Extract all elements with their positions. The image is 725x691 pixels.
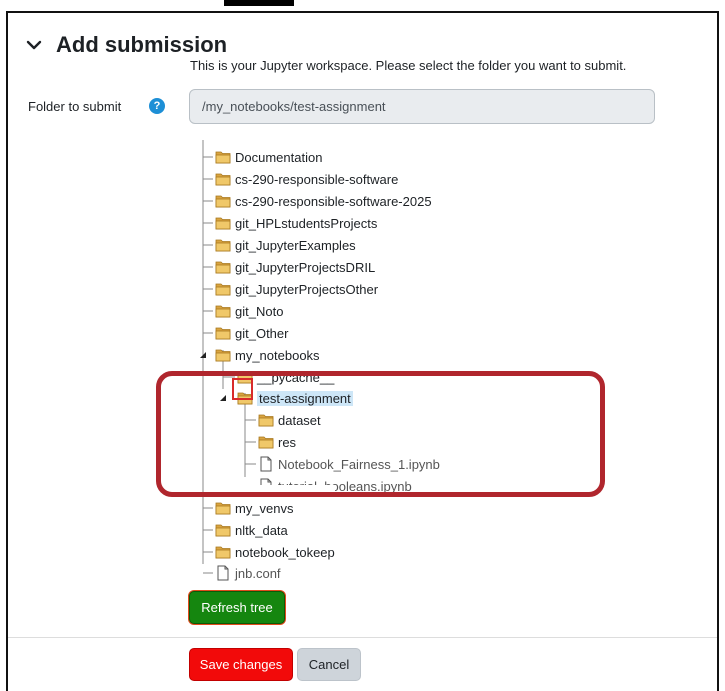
folder-icon [215, 325, 231, 341]
folder-icon [215, 522, 231, 538]
tree-item-notebook-tokeep[interactable]: notebook_tokeep [215, 543, 335, 561]
tree-item-label: my_venvs [235, 500, 294, 516]
cancel-button[interactable]: Cancel [297, 648, 361, 681]
tree-item-label: git_HPLstudentsProjects [235, 215, 378, 231]
tree-item-git-hplstudentsprojects[interactable]: git_HPLstudentsProjects [215, 214, 377, 232]
tree-item-git-jupyterexamples[interactable]: git_JupyterExamples [215, 236, 356, 254]
folder-icon [215, 193, 231, 209]
tree-item-label: git_JupyterProjectsOther [235, 281, 379, 297]
tree-item-cs-290-responsible-software[interactable]: cs-290-responsible-software [215, 170, 398, 188]
tree-item-nltk-data[interactable]: nltk_data [215, 521, 288, 539]
tree-item-label: cs-290-responsible-software [235, 171, 399, 187]
selected-folder-icon-marker [232, 378, 253, 400]
tree-item-git-jupyterprojectsdril[interactable]: git_JupyterProjectsDRIL [215, 258, 375, 276]
highlight-annotation-box [156, 371, 605, 497]
tree-item-label: git_Noto [235, 303, 284, 319]
tree-item-label: git_JupyterProjectsDRIL [235, 259, 376, 275]
tree-item-jnb-conf[interactable]: jnb.conf [215, 564, 281, 582]
folder-icon [215, 171, 231, 187]
folder-icon [215, 281, 231, 297]
folder-icon [215, 237, 231, 253]
tree-connector-lines [200, 140, 256, 574]
tree-item-label: git_Other [235, 325, 289, 341]
footer-divider [8, 637, 717, 638]
tree-item-git-noto[interactable]: git_Noto [215, 302, 283, 320]
tree-item-my-venvs[interactable]: my_venvs [215, 499, 294, 517]
tree-item-label: notebook_tokeep [235, 544, 335, 560]
file-icon [215, 565, 231, 581]
refresh-tree-button[interactable]: Refresh tree [189, 591, 285, 624]
folder-icon [215, 149, 231, 165]
folder-icon [215, 303, 231, 319]
folder-icon [215, 544, 231, 560]
tree-item-label: Documentation [235, 149, 323, 165]
tree-item-label: jnb.conf [235, 565, 281, 581]
save-changes-button[interactable]: Save changes [189, 648, 293, 681]
tree-item-label: cs-290-responsible-software-2025 [235, 193, 432, 209]
tree-item-git-jupyterprojectsother[interactable]: git_JupyterProjectsOther [215, 280, 378, 298]
tree-item-my-notebooks[interactable]: my_notebooks [215, 346, 320, 364]
folder-icon [215, 347, 231, 363]
folder-icon [215, 215, 231, 231]
folder-icon [215, 500, 231, 516]
tree-item-cs-290-responsible-software-2025[interactable]: cs-290-responsible-software-2025 [215, 192, 432, 210]
tree-item-documentation[interactable]: Documentation [215, 148, 322, 166]
tree-item-git-other[interactable]: git_Other [215, 324, 288, 342]
tree-item-label: git_JupyterExamples [235, 237, 356, 253]
tree-item-label: my_notebooks [235, 347, 320, 363]
tree-item-label: nltk_data [235, 522, 288, 538]
folder-icon [215, 259, 231, 275]
